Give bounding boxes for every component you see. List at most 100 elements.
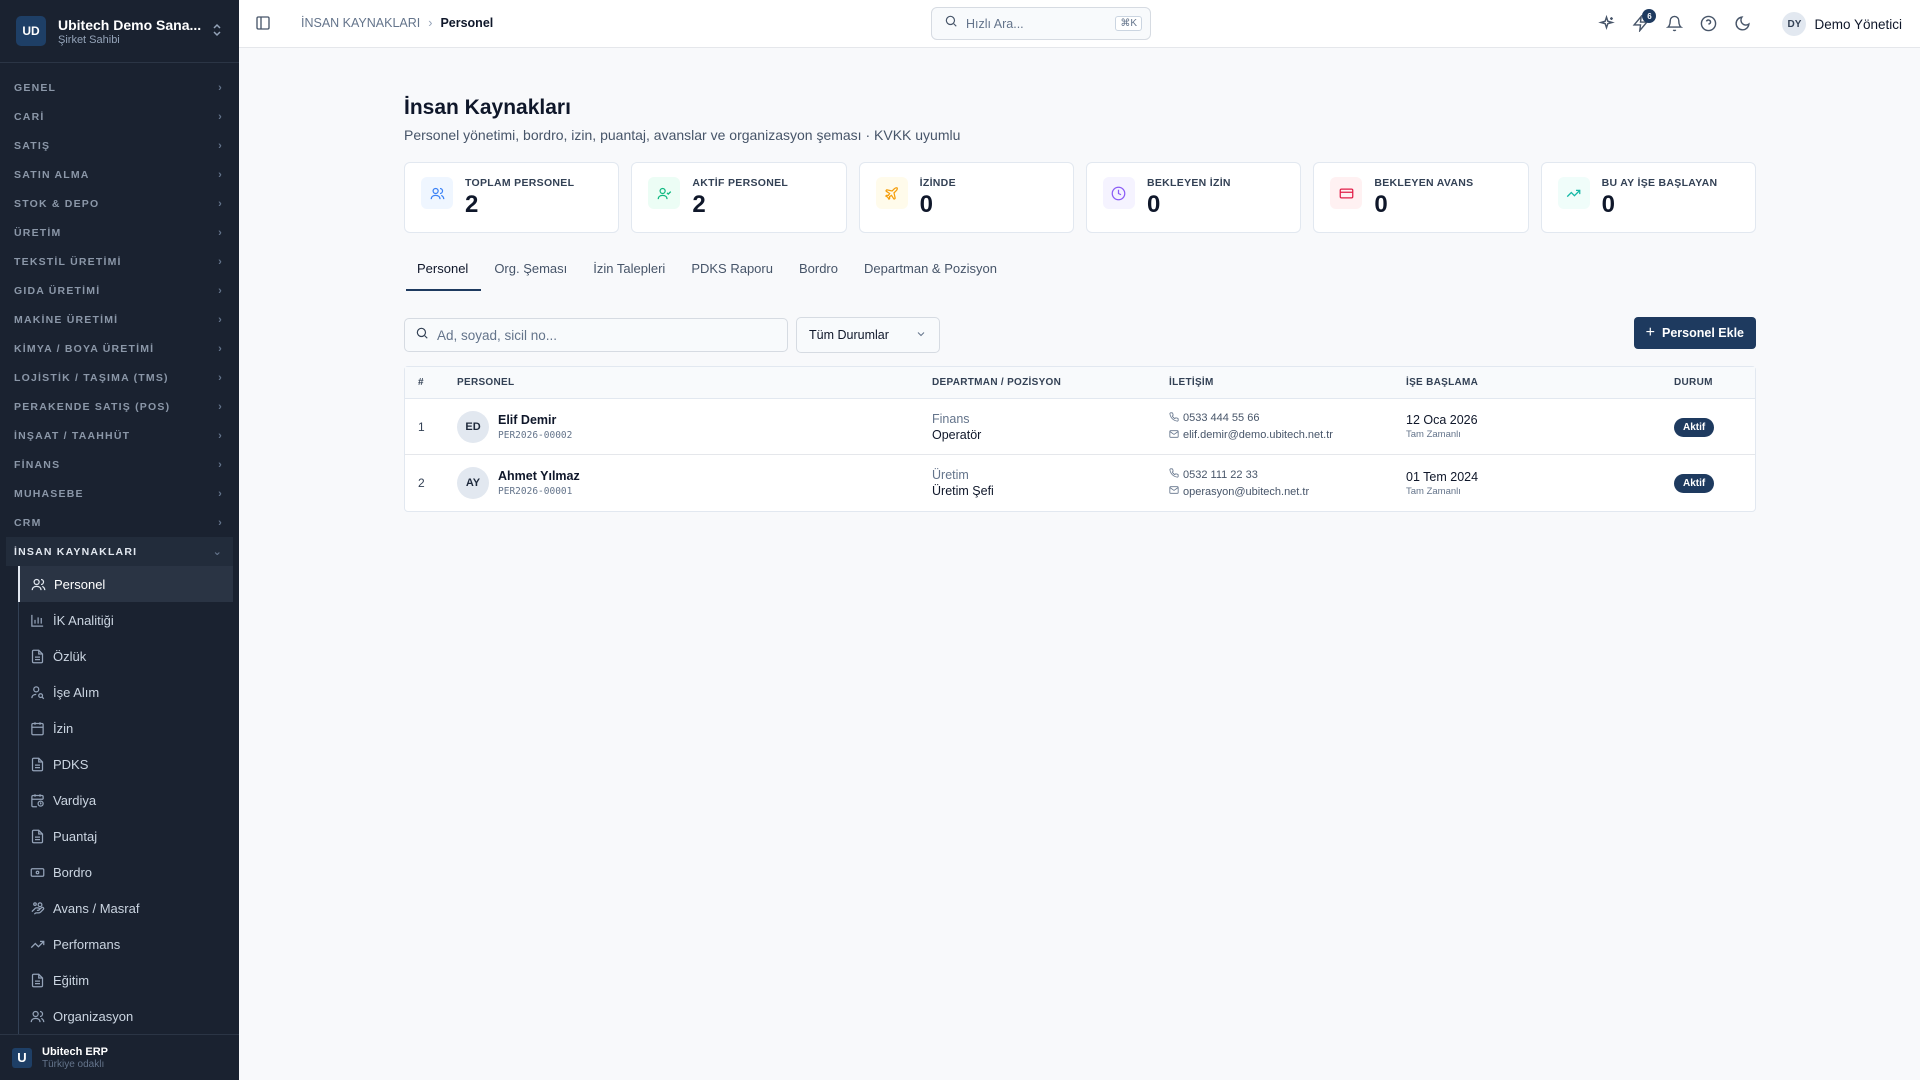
sidebar-section-satis[interactable]: SATIŞ › (0, 131, 239, 160)
sidebar-section-muhasebe[interactable]: MUHASEBE › (0, 479, 239, 508)
sidebar-section-makine[interactable]: MAKİNE ÜRETİMİ › (0, 305, 239, 334)
sidebar-section-kimya[interactable]: KİMYA / BOYA ÜRETİMİ › (0, 334, 239, 363)
sidebar-section-insaat[interactable]: İNŞAAT / TAAHHÜT › (0, 421, 239, 450)
staff-code: PER2026-00001 (498, 486, 573, 497)
add-staff-button[interactable]: + Personel Ekle (1633, 317, 1756, 349)
tab-payroll[interactable]: Bordro (786, 259, 851, 291)
table-row[interactable]: 1 ED Elif Demir PER2026-00002 Finans Ope… (405, 399, 1755, 455)
staff-table: # PERSONEL DEPARTMAN / POZİSYON İLETİŞİM… (404, 366, 1756, 512)
email: elif.demir@demo.ubitech.net.tr (1183, 429, 1333, 441)
trending-up-icon (29, 936, 45, 952)
column-header: DEPARTMAN / POZİSYON (932, 377, 1062, 388)
sidebar-section-lojistik[interactable]: LOJİSTİK / TAŞIMA (TMS) › (0, 363, 239, 392)
staff-name[interactable]: Ahmet Yılmaz (498, 469, 580, 483)
stat-value: 0 (1374, 191, 1388, 218)
sidebar-section-uretim[interactable]: ÜRETİM › (0, 218, 239, 247)
sidebar-item-bordro[interactable]: Bordro (19, 854, 233, 890)
sidebar-item-label: PDKS (53, 756, 89, 772)
sidebar-item-label: Organizasyon (53, 1008, 134, 1024)
sidebar-section-finans[interactable]: FİNANS › (0, 450, 239, 479)
sidebar-item-ise-alim[interactable]: İşe Alım (19, 674, 233, 710)
sidebar-section-label: MAKİNE ÜRETİMİ (14, 313, 119, 326)
status-badge: Aktif (1674, 417, 1715, 437)
tab-org-chart[interactable]: Org. Şeması (481, 259, 580, 291)
tab-personel[interactable]: Personel (404, 259, 482, 291)
sidebar-section-label: STOK & DEPO (14, 197, 100, 210)
avatar: AY (457, 467, 489, 499)
sidebar-section-gida[interactable]: GIDA ÜRETİMİ › (0, 276, 239, 305)
sidebar-section-perakende[interactable]: PERAKENDE SATIŞ (POS) › (0, 392, 239, 421)
search-icon (415, 326, 429, 345)
plus-icon: + (1645, 324, 1655, 341)
sidebar-section-insan-kaynaklari[interactable]: İNSAN KAYNAKLARI ⌄ (6, 537, 233, 566)
zap-icon[interactable]: 6 (1632, 9, 1657, 33)
chevron-right-icon: › (218, 516, 223, 529)
chevron-right-icon: › (218, 226, 223, 239)
chevron-right-icon: › (218, 110, 223, 123)
bar-chart-icon (29, 612, 45, 628)
staff-search-input[interactable] (437, 327, 757, 343)
stat-label: AKTİF PERSONEL (692, 177, 789, 189)
sidebar-item-label: Vardiya (53, 792, 97, 808)
brand-logo: U (12, 1047, 32, 1068)
phone-icon (1169, 411, 1179, 425)
chevron-right-icon: › (218, 400, 223, 413)
sidebar-item-ozluk[interactable]: Özlük (19, 638, 233, 674)
sidebar-section-satin-alma[interactable]: SATIN ALMA › (0, 160, 239, 189)
shortcut-hint: ⌘K (1115, 16, 1142, 31)
bell-icon[interactable] (1666, 15, 1684, 33)
chevron-right-icon: › (428, 16, 433, 30)
workspace-role: Şirket Sahibi (58, 33, 120, 46)
stat-card-active-staff: AKTİF PERSONEL 2 (631, 162, 847, 233)
workspace-name: Ubitech Demo Sana... (58, 16, 202, 33)
sidebar-item-ik-analitigi[interactable]: İK Analitiği (19, 602, 233, 638)
sidebar-submenu: Personel İK Analitiği Özlük İşe Alım İzi… (18, 566, 239, 1034)
sidebar-section-label: SATIN ALMA (14, 168, 90, 181)
sidebar-item-performans[interactable]: Performans (19, 926, 233, 962)
tab-leave-requests[interactable]: İzin Talepleri (580, 259, 678, 291)
sidebar-section-label: GENEL (14, 81, 57, 94)
hand-coins-icon (29, 900, 45, 916)
moon-icon[interactable] (1734, 15, 1752, 33)
sidebar-section-genel[interactable]: GENEL › (0, 73, 239, 102)
calendar-icon (29, 720, 45, 736)
sidebar-toggle-icon[interactable] (255, 15, 273, 33)
sidebar-item-puantaj[interactable]: Puantaj (19, 818, 233, 854)
page-subtitle: Personel yönetimi, bordro, izin, puantaj… (404, 127, 961, 143)
stat-value: 2 (692, 191, 706, 218)
sidebar-item-pdks[interactable]: PDKS (19, 746, 233, 782)
help-circle-icon[interactable] (1700, 15, 1718, 33)
sidebar-section-stok-depo[interactable]: STOK & DEPO › (0, 189, 239, 218)
avatar: DY (1782, 12, 1807, 36)
quick-search[interactable]: Hızlı Ara... ⌘K (931, 7, 1151, 40)
workspace-switcher[interactable]: UD Ubitech Demo Sana... Şirket Sahibi (0, 0, 239, 63)
breadcrumb: İNSAN KAYNAKLARI › Personel (301, 16, 493, 30)
chevron-down-icon: ⌄ (212, 546, 223, 558)
table-row[interactable]: 2 AY Ahmet Yılmaz PER2026-00001 Üretim Ü… (405, 455, 1755, 511)
status-filter-select[interactable]: Tüm Durumlar (796, 317, 940, 353)
sparkles-icon[interactable] (1598, 14, 1616, 33)
email: operasyon@ubitech.net.tr (1183, 485, 1310, 498)
position: Operatör (932, 427, 982, 442)
sidebar-section-tekstil[interactable]: TEKSTİL ÜRETİMİ › (0, 247, 239, 276)
position: Üretim Şefi (932, 484, 994, 498)
sidebar-item-label: Performans (53, 936, 121, 952)
tab-pdks-report[interactable]: PDKS Raporu (678, 259, 786, 291)
sidebar-item-personel[interactable]: Personel (18, 566, 233, 602)
sidebar-item-organizasyon[interactable]: Organizasyon (19, 998, 233, 1034)
sidebar-section-label: MUHASEBE (14, 487, 84, 500)
sidebar: UD Ubitech Demo Sana... Şirket Sahibi GE… (0, 0, 239, 1080)
sidebar-item-egitim[interactable]: Eğitim (19, 962, 233, 998)
file-icon (29, 972, 45, 988)
sidebar-item-vardiya[interactable]: Vardiya (19, 782, 233, 818)
sidebar-item-avans-masraf[interactable]: Avans / Masraf (19, 890, 233, 926)
phone: 0532 111 22 33 (1183, 468, 1258, 481)
breadcrumb-parent[interactable]: İNSAN KAYNAKLARI (301, 16, 420, 30)
user-menu[interactable]: DY Demo Yönetici (1782, 12, 1902, 36)
tab-department-position[interactable]: Departman & Pozisyon (851, 259, 1010, 291)
sidebar-item-izin[interactable]: İzin (19, 710, 233, 746)
staff-name[interactable]: Elif Demir (498, 413, 572, 427)
sidebar-item-label: İzin (53, 720, 74, 736)
sidebar-section-crm[interactable]: CRM › (0, 508, 239, 537)
sidebar-section-cari[interactable]: CARİ › (0, 102, 239, 131)
